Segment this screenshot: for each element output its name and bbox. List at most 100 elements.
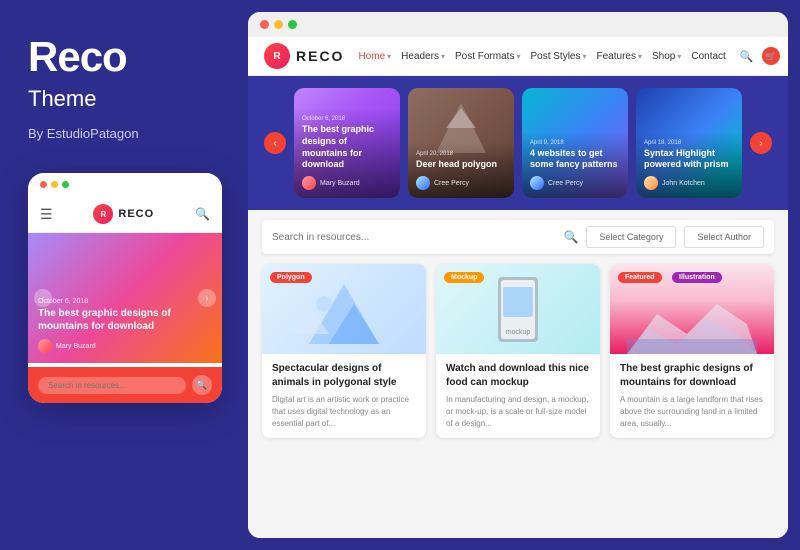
slide-avatar-1 <box>302 176 316 190</box>
desktop-reco-text: RECO <box>296 48 344 64</box>
hero-slider: ‹ October 6, 2018 The best graphic desig… <box>248 76 788 210</box>
slide-avatar-3 <box>530 176 544 190</box>
mobile-top-bar <box>28 173 222 196</box>
article-text-2: In manufacturing and design, a mockup, o… <box>446 394 590 430</box>
mobile-dot-yellow <box>51 181 58 188</box>
article-image-1: Polygon <box>262 264 426 354</box>
slide-card-content-4: April 18, 2018 Syntax Highlight powered … <box>636 132 742 198</box>
mobile-hero-author: Mary Buzard <box>38 339 212 353</box>
mobile-hero-author-name: Mary Buzard <box>56 343 96 350</box>
mobile-search-icon[interactable]: 🔍 <box>195 207 210 221</box>
slide-author-name-4: John Kotchen <box>662 180 705 187</box>
article-card-1[interactable]: Polygon Spectacular designs of animals i… <box>262 264 426 438</box>
desktop-nav: R RECO Home ▾ Headers ▾ Post Formats ▾ P… <box>248 37 788 76</box>
article-title-2: Watch and download this nice food can mo… <box>446 362 590 390</box>
mobile-nav-logo: R RECO <box>93 204 154 224</box>
mobile-search-button[interactable]: 🔍 <box>192 375 212 395</box>
mobile-next-arrow[interactable]: › <box>198 289 216 307</box>
desktop-reco-icon: R <box>264 43 290 69</box>
article-badge-1: Polygon <box>270 272 312 283</box>
slide-card-content-1: October 6, 2018 The best graphic designs… <box>294 108 400 198</box>
nav-links: Home ▾ Headers ▾ Post Formats ▾ Post Sty… <box>358 51 725 62</box>
slide-card-3[interactable]: April 9, 2018 4 websites to get some fan… <box>522 88 628 198</box>
mobile-search-bar: 🔍 <box>28 367 222 403</box>
slide-card-1[interactable]: October 6, 2018 The best graphic designs… <box>294 88 400 198</box>
mobile-hero-avatar <box>38 339 52 353</box>
desktop-top-bar <box>248 12 788 37</box>
mobile-hero: ‹ › October 6, 2018 The best graphic des… <box>28 233 222 363</box>
nav-link-features[interactable]: Features ▾ <box>597 51 642 62</box>
nav-link-home[interactable]: Home ▾ <box>358 51 391 62</box>
slide-author-1: Mary Buzard <box>302 176 392 190</box>
slide-card-4[interactable]: April 18, 2018 Syntax Highlight powered … <box>636 88 742 198</box>
slide-card-content-2: April 20, 2018 Deer head polygon Cree Pe… <box>408 143 514 198</box>
article-title-3: The best graphic designs of mountains fo… <box>620 362 764 390</box>
mobile-hero-title: The best graphic designs of mountains fo… <box>38 307 212 333</box>
mobile-reco-text: RECO <box>118 208 154 220</box>
mobile-search-input[interactable] <box>38 377 186 394</box>
nav-link-post-formats[interactable]: Post Formats ▾ <box>455 51 520 62</box>
slide-card-2[interactable]: April 20, 2018 Deer head polygon Cree Pe… <box>408 88 514 198</box>
left-panel: Reco Theme By EstudioPatagon ☰ R RECO 🔍 … <box>0 0 248 550</box>
article-title-1: Spectacular designs of animals in polygo… <box>272 362 416 390</box>
chevron-down-icon: ▾ <box>677 52 681 61</box>
article-text-3: A mountain is a large landform that rise… <box>620 394 764 430</box>
article-image-3: Featured Illustration <box>610 264 774 354</box>
search-button[interactable]: 🔍 <box>563 230 578 244</box>
slide-author-2: Cree Percy <box>416 176 506 190</box>
slide-author-3: Cree Percy <box>530 176 620 190</box>
slide-date-3: April 9, 2018 <box>530 140 620 146</box>
mobile-reco-icon: R <box>93 204 113 224</box>
mobile-nav-arrows: ‹ › <box>28 289 222 307</box>
slide-author-name-2: Cree Percy <box>434 180 469 187</box>
desktop-mockup: R RECO Home ▾ Headers ▾ Post Formats ▾ P… <box>248 12 788 538</box>
category-filter-button[interactable]: Select Category <box>586 226 676 248</box>
nav-link-post-styles[interactable]: Post Styles ▾ <box>530 51 586 62</box>
svg-text:mockup: mockup <box>506 329 531 336</box>
nav-link-shop[interactable]: Shop ▾ <box>652 51 681 62</box>
article-body-2: Watch and download this nice food can mo… <box>436 354 600 438</box>
chevron-down-icon: ▾ <box>638 52 642 61</box>
slider-prev-arrow[interactable]: ‹ <box>264 132 286 154</box>
search-icon[interactable]: 🔍 <box>740 50 754 63</box>
author-filter-button[interactable]: Select Author <box>684 226 764 248</box>
content-area: 🔍 Select Category Select Author Polygon <box>248 210 788 538</box>
brand-title: Reco <box>28 36 127 78</box>
mobile-dot-red <box>40 181 47 188</box>
nav-icons: 🔍 🛒 f t <box>740 47 788 65</box>
slide-card-content-3: April 9, 2018 4 websites to get some fan… <box>522 132 628 198</box>
brand-subtitle: Theme <box>28 86 96 112</box>
desktop-logo: R RECO <box>264 43 344 69</box>
slide-title-2: Deer head polygon <box>416 159 506 171</box>
article-body-3: The best graphic designs of mountains fo… <box>610 354 774 438</box>
mobile-nav: ☰ R RECO 🔍 <box>28 196 222 233</box>
mobile-prev-arrow[interactable]: ‹ <box>34 289 52 307</box>
article-badge-3b: Illustration <box>672 272 722 283</box>
cart-icon[interactable]: 🛒 <box>762 47 780 65</box>
nav-link-contact[interactable]: Contact <box>691 51 725 62</box>
slide-date-2: April 20, 2018 <box>416 151 506 157</box>
brand-by: By EstudioPatagon <box>28 126 139 141</box>
desktop-dot-yellow <box>274 20 283 29</box>
slider-next-arrow[interactable]: › <box>750 132 772 154</box>
slide-author-name-3: Cree Percy <box>548 180 583 187</box>
article-card-2[interactable]: Mockup mockup Watch and download this ni… <box>436 264 600 438</box>
article-badge-3a: Featured <box>618 272 662 283</box>
nav-link-headers[interactable]: Headers ▾ <box>401 51 445 62</box>
article-badge-2: Mockup <box>444 272 484 283</box>
desktop-dot-red <box>260 20 269 29</box>
desktop-dot-green <box>288 20 297 29</box>
slider-cards: October 6, 2018 The best graphic designs… <box>294 88 742 198</box>
slide-avatar-4 <box>644 176 658 190</box>
article-card-3[interactable]: Featured Illustration The best graphic d… <box>610 264 774 438</box>
chevron-down-icon: ▾ <box>441 52 445 61</box>
mobile-mockup: ☰ R RECO 🔍 ‹ › October 6, 2018 The best … <box>28 173 222 403</box>
mobile-dot-green <box>62 181 69 188</box>
search-input[interactable] <box>272 232 555 243</box>
hamburger-icon[interactable]: ☰ <box>40 206 53 223</box>
slide-author-name-1: Mary Buzard <box>320 180 360 187</box>
slide-title-3: 4 websites to get some fancy patterns <box>530 148 620 171</box>
article-cards: Polygon Spectacular designs of animals i… <box>262 264 774 438</box>
slide-date-1: October 6, 2018 <box>302 116 392 122</box>
chevron-down-icon: ▾ <box>387 52 391 61</box>
